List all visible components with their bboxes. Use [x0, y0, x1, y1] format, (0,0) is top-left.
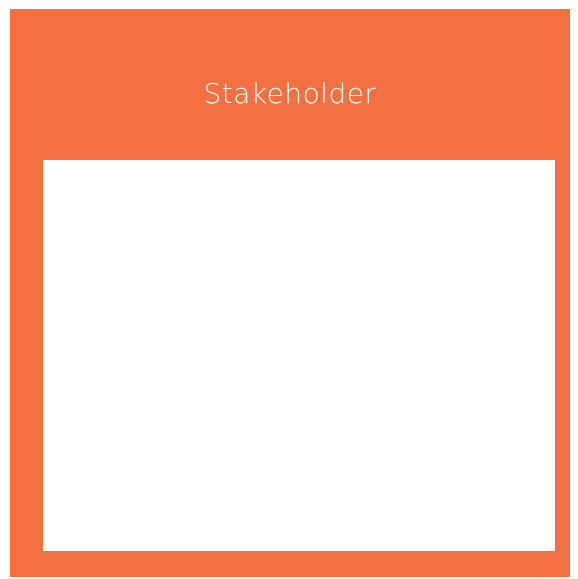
- stakeholder-card: Stakeholder: [10, 9, 570, 577]
- content-panel: [43, 160, 555, 551]
- card-header: Stakeholder: [10, 9, 570, 160]
- card-title: Stakeholder: [203, 76, 377, 110]
